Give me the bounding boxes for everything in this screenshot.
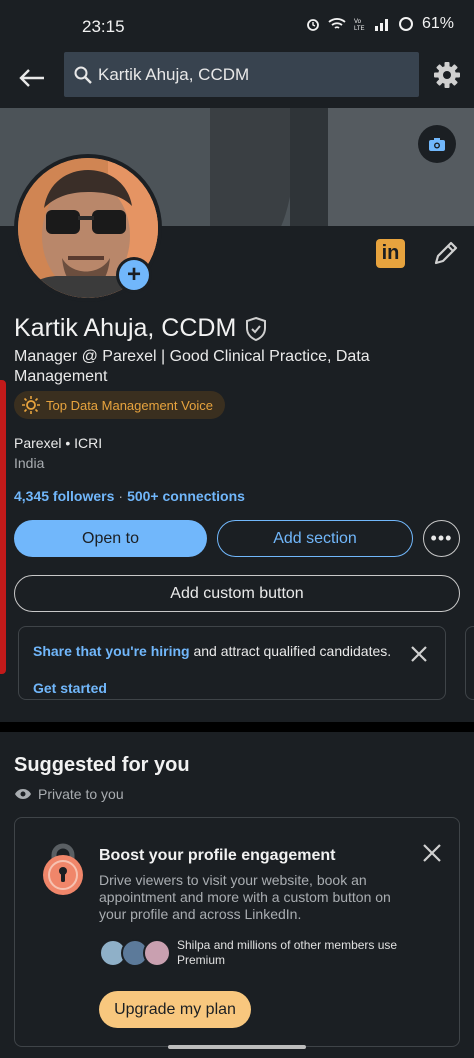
home-indicator[interactable] [168,1045,306,1049]
search-input[interactable]: Kartik Ahuja, CCDM [64,52,419,97]
add-section-button[interactable]: Add section [217,520,413,557]
alarm-icon [307,19,319,31]
private-label: Private to you [38,786,124,802]
suggested-title: Suggested for you [14,754,190,776]
hiring-message: Share that you're hiring and attract qua… [33,643,393,660]
lock-icon [43,843,83,895]
signal-icon [374,19,388,31]
add-photo-button[interactable]: + [116,257,152,293]
top-voice-badge[interactable]: Top Data Management Voice [14,391,225,419]
avatar [143,939,171,967]
top-voice-label: Top Data Management Voice [46,397,213,413]
private-indicator: Private to you [14,786,124,802]
more-options-button[interactable]: ••• [423,520,460,557]
app-bar: Kartik Ahuja, CCDM [0,52,474,108]
status-icons: Vo LTE 61% [306,15,454,33]
back-arrow-icon[interactable] [14,60,50,96]
premium-members-text: Shilpa and millions of other members use… [177,938,398,967]
status-bar: 23:15 Vo LTE 61% [0,0,474,52]
connections-link[interactable]: 500+ connections [127,488,245,504]
network-stats: 4,345 followers · 500+ connections [14,488,245,504]
edge-indicator [0,380,6,674]
open-to-button[interactable]: Open to [14,520,207,557]
edit-banner-camera-icon[interactable] [418,125,456,163]
current-company[interactable]: Parexel • ICRI [14,435,102,451]
edit-pencil-icon[interactable] [432,239,460,267]
get-started-link[interactable]: Get started [33,680,107,696]
next-card-peek[interactable] [465,626,474,700]
name-row: Kartik Ahuja, CCDM [14,314,268,343]
section-divider [0,722,474,732]
profile-screen: 23:15 Vo LTE 61% Kartik Ahuja, CCDM + in… [0,0,474,1058]
followers-link[interactable]: 4,345 followers [14,488,114,504]
upgrade-plan-button[interactable]: Upgrade my plan [99,991,251,1028]
svg-text:Vo: Vo [354,19,362,25]
settings-gear-icon[interactable] [432,60,462,90]
boost-description: Drive viewers to visit your website, boo… [99,872,391,922]
battery-level: 61% [421,15,454,32]
battery-icon [398,17,413,31]
profile-name: Kartik Ahuja, CCDM [14,314,237,342]
add-custom-button[interactable]: Add custom button [14,575,460,612]
status-time: 23:15 [82,17,125,36]
eye-icon [15,789,31,799]
volte-icon: VoLTE [354,19,365,31]
profile-location: India [14,455,45,471]
hiring-highlight[interactable]: Share that you're hiring [33,643,190,659]
hiring-card: Share that you're hiring and attract qua… [18,626,446,700]
svg-text:LTE: LTE [354,26,365,31]
search-query: Kartik Ahuja, CCDM [98,64,250,84]
close-icon[interactable] [409,644,429,664]
close-icon[interactable] [421,842,443,864]
search-icon [74,66,92,84]
sun-bulb-icon [22,396,40,414]
boost-title: Boost your profile engagement [99,847,336,864]
boost-engagement-card: Boost your profile engagement Drive view… [14,817,460,1047]
member-avatars [99,939,175,967]
linkedin-logo-icon[interactable]: in [376,239,405,268]
hiring-text: and attract qualified candidates. [189,643,392,659]
plus-icon: + [119,260,149,290]
profile-headline: Manager @ Parexel | Good Clinical Practi… [14,348,370,385]
wifi-icon [328,18,346,29]
verified-shield-icon[interactable] [244,316,268,342]
